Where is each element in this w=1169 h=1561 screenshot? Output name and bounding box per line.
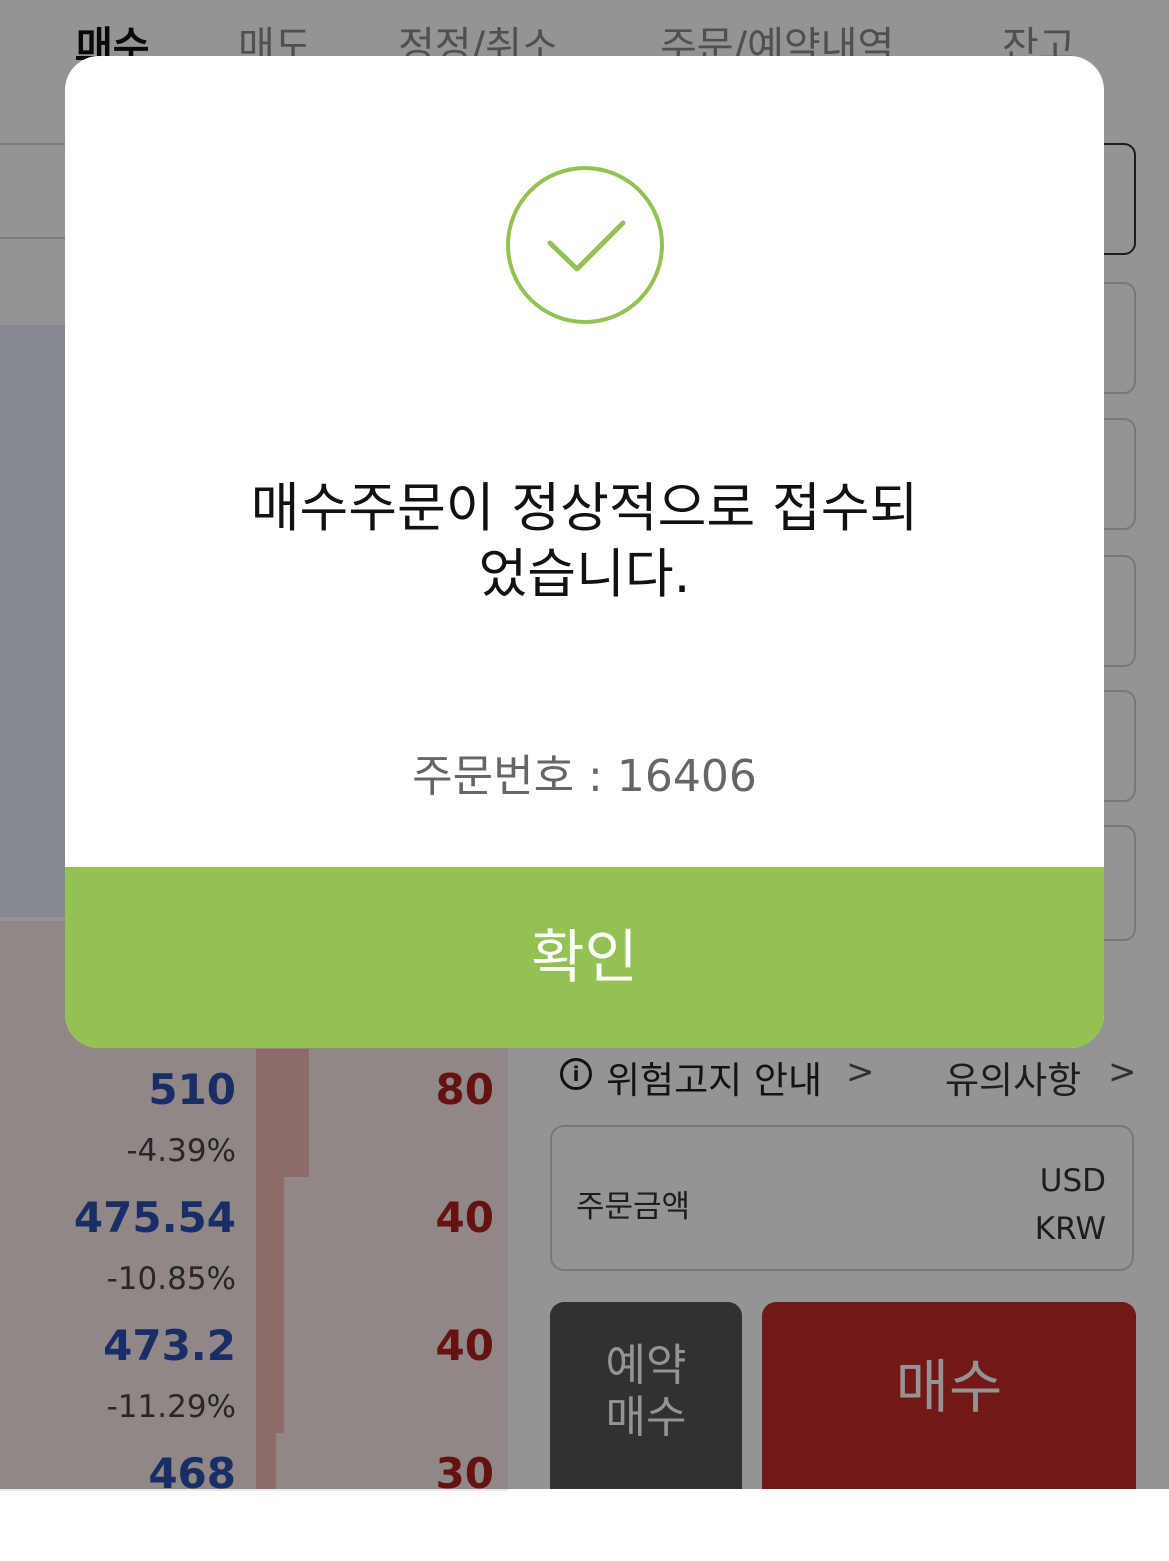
order-success-dialog: 매수주문이 정상적으로 접수되 었습니다. 주문번호 : 16406 확인 xyxy=(65,56,1104,1048)
success-message-line2: 었습니다. xyxy=(478,544,691,605)
confirm-button[interactable]: 확인 xyxy=(65,867,1104,1048)
success-message-line1: 매수주문이 정상적으로 접수되 xyxy=(250,478,919,539)
success-message: 매수주문이 정상적으로 접수되 었습니다. xyxy=(65,476,1104,608)
order-number: 주문번호 : 16406 xyxy=(412,751,757,802)
check-circle-icon xyxy=(506,166,664,324)
